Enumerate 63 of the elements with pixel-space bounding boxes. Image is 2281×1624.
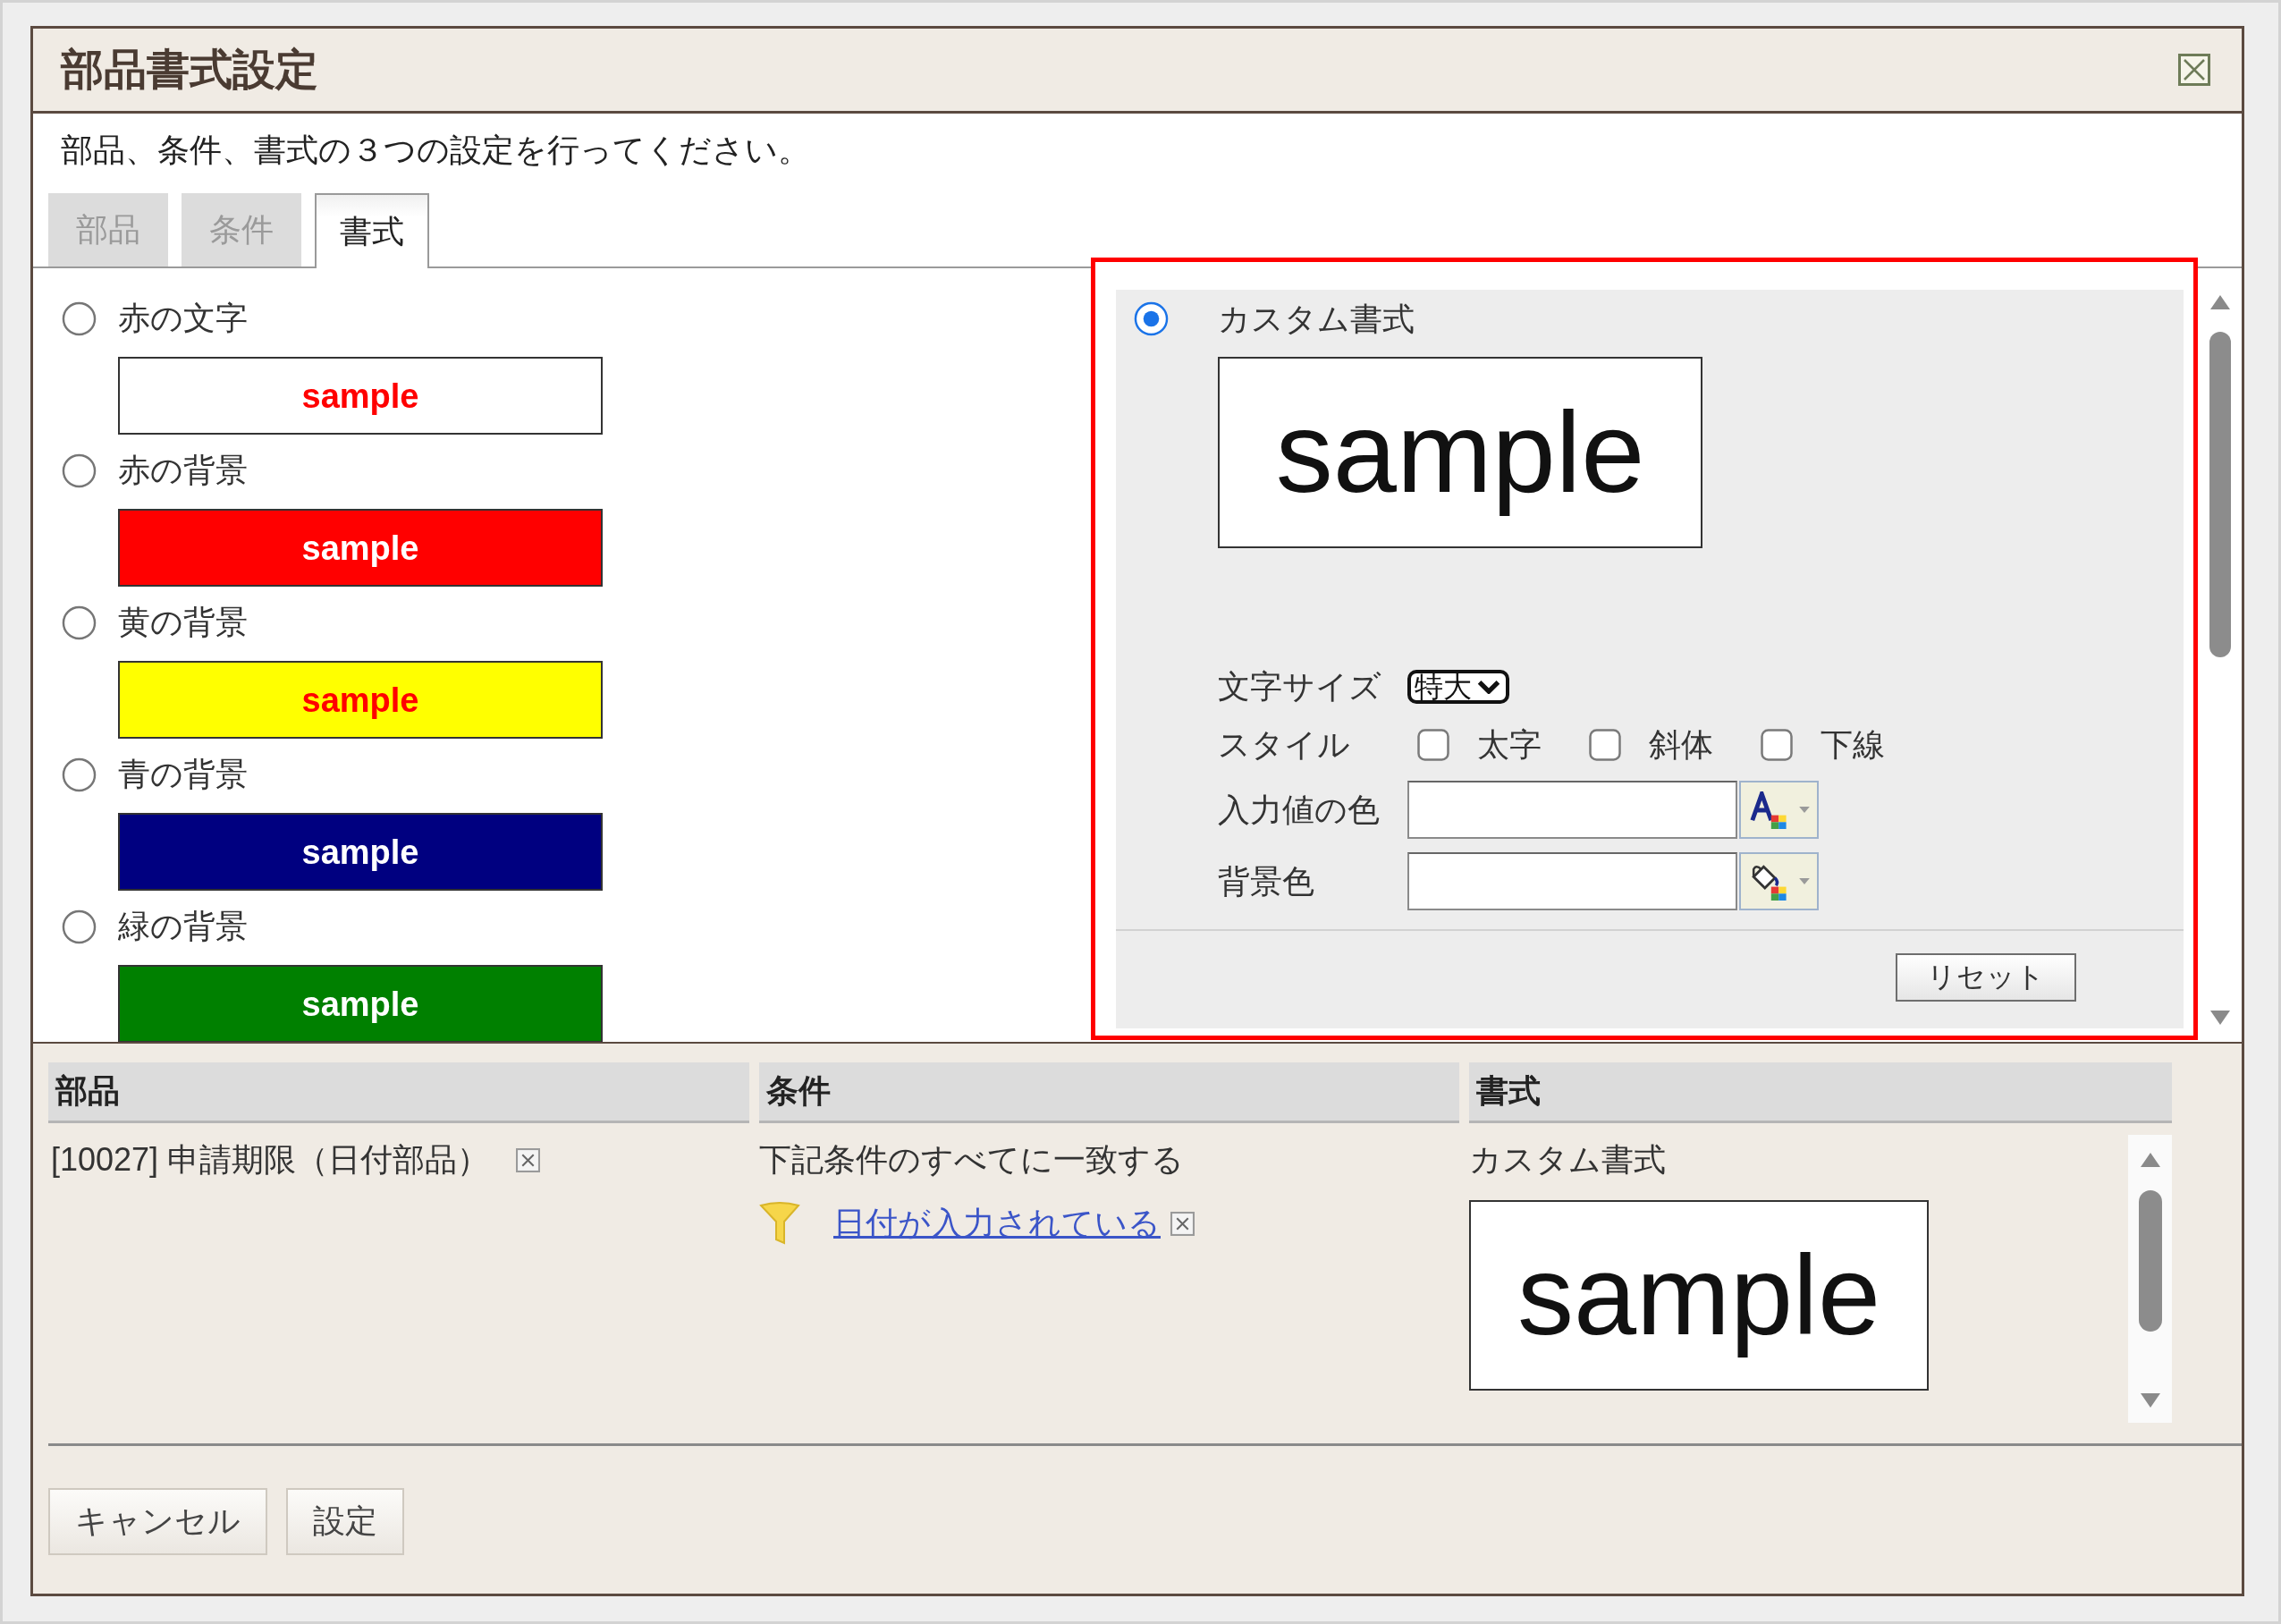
- format-name: カスタム書式: [1469, 1140, 1666, 1180]
- reset-button[interactable]: リセット: [1896, 953, 2076, 1002]
- scrollbar-thumb[interactable]: [2209, 332, 2231, 657]
- scroll-down-icon[interactable]: [2209, 1011, 2230, 1025]
- option-label: 赤の文字: [118, 299, 248, 338]
- field-label: スタイル: [1218, 725, 1351, 765]
- sample-text: sample: [301, 834, 419, 869]
- sample-text: sample: [301, 682, 419, 717]
- scrollbar-thumb[interactable]: [2138, 1190, 2162, 1332]
- field-label: 入力値の色: [1218, 790, 1381, 830]
- checkbox[interactable]: [1761, 729, 1793, 761]
- checkbox-label: 下線: [1821, 725, 1885, 765]
- caret-down-icon: [1799, 807, 1810, 813]
- dialog-button[interactable]: 設定: [286, 1488, 404, 1555]
- paint-bucket-icon: [1750, 862, 1787, 901]
- text-color-button[interactable]: [1739, 781, 1819, 839]
- funnel-icon: [759, 1201, 800, 1246]
- radio-button[interactable]: [62, 605, 97, 640]
- format-sample: sample: [1218, 357, 1702, 548]
- field-label: 文字サイズ: [1218, 667, 1382, 706]
- close-icon[interactable]: [2178, 54, 2210, 86]
- scroll-down-icon[interactable]: [2140, 1393, 2160, 1408]
- column-header: 条件: [759, 1062, 1459, 1123]
- match-condition-text: 下記条件のすべてに一致する: [759, 1141, 1184, 1178]
- font-color-icon: [1750, 791, 1787, 829]
- dialog-title: 部品書式設定: [61, 45, 318, 95]
- remove-icon[interactable]: [1170, 1211, 1195, 1236]
- column-header: 部品: [48, 1062, 749, 1123]
- checkbox[interactable]: [1417, 729, 1449, 761]
- condition-link[interactable]: 日付が入力されている: [833, 1201, 1161, 1246]
- background-color-button[interactable]: [1739, 852, 1819, 910]
- option-label: 黄の背景: [118, 603, 248, 642]
- scroll-up-icon[interactable]: [2209, 295, 2230, 309]
- checkbox[interactable]: [1589, 729, 1621, 761]
- checkbox-label: 斜体: [1649, 725, 1713, 765]
- remove-icon[interactable]: [516, 1147, 541, 1172]
- option-label: 赤の背景: [118, 451, 248, 490]
- sample-text: sample: [301, 530, 419, 565]
- sample-text: sample: [301, 986, 419, 1021]
- sample-text: sample: [301, 378, 419, 413]
- part-name: [10027] 申請期限（日付部品）: [51, 1140, 490, 1180]
- radio-button[interactable]: [62, 453, 97, 488]
- scroll-up-icon[interactable]: [2140, 1153, 2160, 1167]
- option-label: 青の背景: [118, 755, 248, 794]
- scrollbar-track[interactable]: [2128, 1135, 2172, 1423]
- format-sample: sample: [1469, 1200, 1929, 1391]
- tab[interactable]: 書式: [315, 193, 429, 268]
- radio-button[interactable]: [62, 909, 97, 944]
- chevron-down-icon: [1477, 680, 1500, 694]
- font-size-select[interactable]: 特大: [1407, 670, 1509, 704]
- radio-button[interactable]: [62, 757, 97, 792]
- instruction-text: 部品、条件、書式の３つの設定を行ってください。: [61, 131, 810, 170]
- field-label: 背景色: [1218, 861, 1315, 901]
- caret-down-icon: [1799, 878, 1810, 884]
- column-header: 書式: [1469, 1062, 2172, 1123]
- text-color-field[interactable]: [1407, 781, 1737, 839]
- checkbox-label: 太字: [1477, 725, 1542, 765]
- radio-button[interactable]: [1134, 301, 1169, 336]
- dialog-button[interactable]: キャンセル: [48, 1488, 267, 1555]
- option-label: カスタム書式: [1218, 299, 1415, 339]
- radio-button[interactable]: [62, 300, 97, 336]
- option-label: 緑の背景: [118, 907, 248, 946]
- background-color-field[interactable]: [1407, 852, 1737, 910]
